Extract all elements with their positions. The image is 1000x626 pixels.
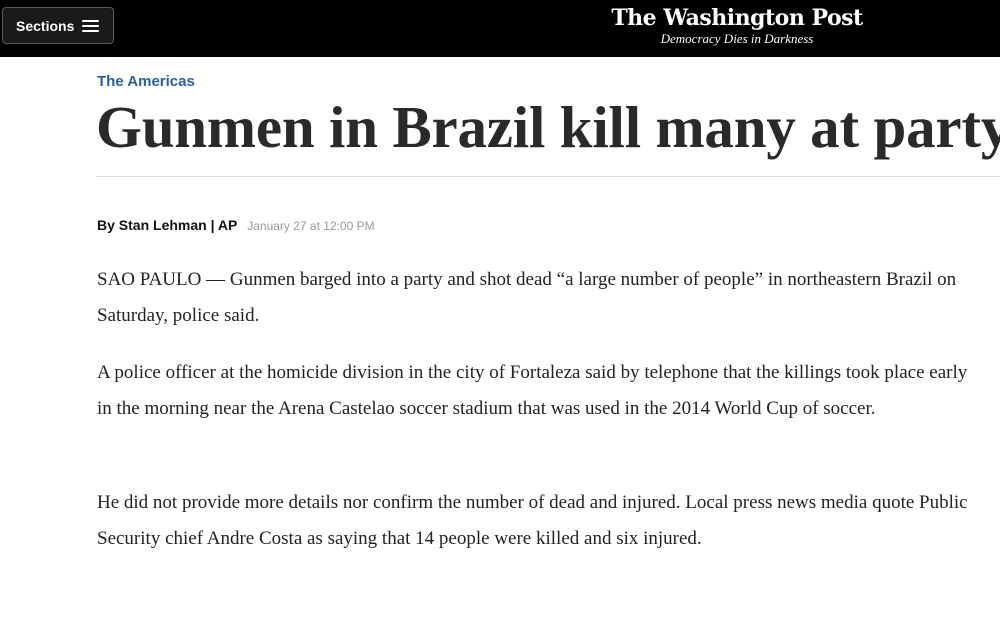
article-paragraph: He did not provide more details nor conf… <box>97 492 968 549</box>
hamburger-menu-icon <box>82 19 100 33</box>
top-navigation-bar: Sections The Washington Post Democracy D… <box>0 0 1000 57</box>
article-headline: Gunmen in Brazil kill many at party <box>96 94 1000 160</box>
publish-date: January 27 at 12:00 PM <box>247 219 375 233</box>
site-tagline: Democracy Dies in Darkness <box>660 31 814 46</box>
article-paragraph: A police officer at the homicide divisio… <box>97 362 968 419</box>
section-kicker-link[interactable]: The Americas <box>97 73 195 90</box>
article-paragraph: SAO PAULO — Gunmen barged into a party a… <box>97 269 957 326</box>
headline-divider <box>96 176 1000 177</box>
byline: By Stan Lehman | AP January 27 at 12:00 … <box>97 217 375 233</box>
site-logo[interactable]: The Washington Post <box>600 4 874 32</box>
sections-label: Sections <box>16 17 75 34</box>
sections-menu-button[interactable]: Sections <box>2 7 114 44</box>
masthead[interactable]: The Washington Post Democracy Dies in Da… <box>600 4 874 46</box>
byline-author[interactable]: By Stan Lehman | AP <box>97 217 237 233</box>
